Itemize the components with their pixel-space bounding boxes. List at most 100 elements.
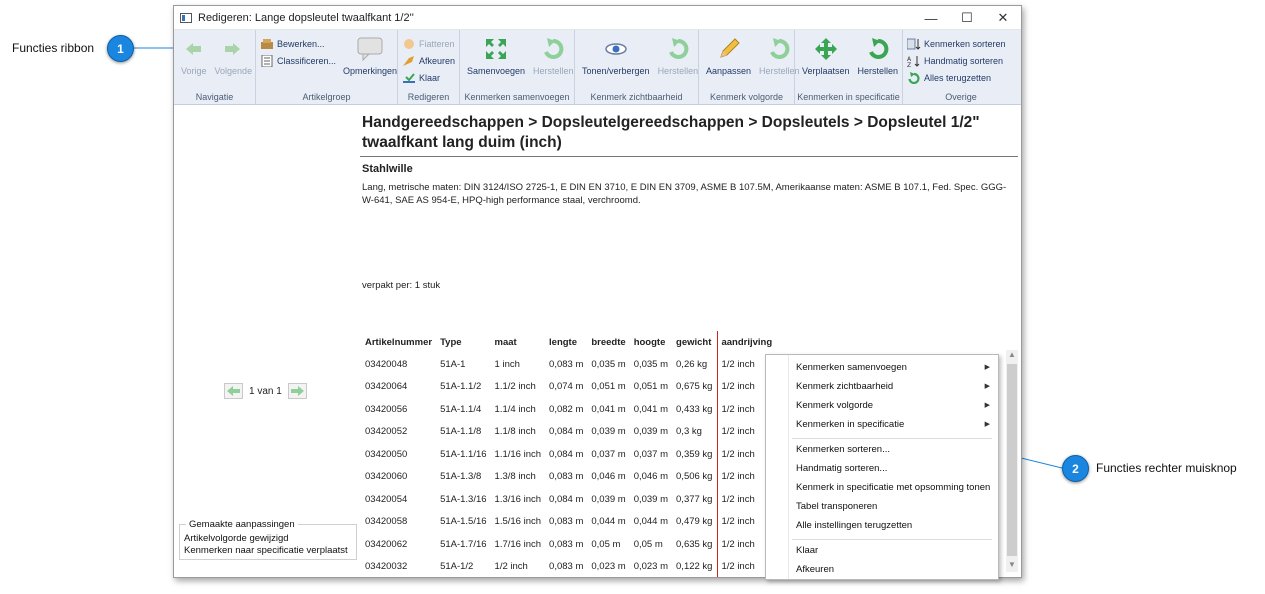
ribbon-group-specificatie: Verplaatsen Herstellen Kenmerken in spec… xyxy=(795,30,903,105)
klaar-label: Klaar xyxy=(419,72,441,83)
herstellen-label: Herstellen xyxy=(533,66,574,76)
zichtbaarheid-herstellen-button[interactable]: Herstellen xyxy=(655,33,702,78)
callout-2-label: Functies rechter muisknop xyxy=(1096,461,1237,475)
minimize-button[interactable]: — xyxy=(913,6,949,30)
table-cell: 0,051 m xyxy=(633,381,669,393)
ribbon-group-label: Kenmerken in specificatie xyxy=(797,92,900,102)
table-cell: 51A-1.1/2 xyxy=(440,381,482,393)
afkeuren-button[interactable]: Afkeuren xyxy=(402,52,455,69)
ribbon-group-overige: Kenmerken sorteren AZ Handmatig sorteren… xyxy=(903,30,1019,105)
arrow-left-icon xyxy=(185,35,202,63)
column-header[interactable]: lengte xyxy=(546,331,588,353)
table-cell: 1.1/4 inch xyxy=(494,403,536,415)
menu-item-kenmerken-in-specificatie[interactable]: Kenmerken in specificatie ▶ xyxy=(796,417,994,433)
menu-item-kenmerk-volgorde[interactable]: Kenmerk volgorde ▶ xyxy=(796,398,994,414)
pager-next-button[interactable] xyxy=(287,383,307,399)
menu-item-instellingen-terugzetten[interactable]: Alle instellingen terugzetten xyxy=(796,518,994,534)
column-header[interactable]: gewicht xyxy=(673,331,718,353)
table-cell: 0,083 m xyxy=(549,471,584,483)
menu-item-handmatig-sorteren[interactable]: Handmatig sorteren... xyxy=(796,461,994,477)
column-header[interactable]: Artikelnummer xyxy=(362,331,437,353)
tonen-verbergen-button[interactable]: Tonen/verbergen xyxy=(579,33,653,78)
samenvoegen-herstellen-button[interactable]: Herstellen xyxy=(530,33,577,78)
fiatteren-button[interactable]: Fiatteren xyxy=(402,35,455,52)
verplaatsen-button[interactable]: Verplaatsen xyxy=(799,33,853,78)
kenmerken-sorteren-button[interactable]: Kenmerken sorteren xyxy=(906,35,1015,52)
klaar-button[interactable]: Klaar xyxy=(402,69,455,86)
bewerken-button[interactable]: Bewerken... xyxy=(260,35,336,52)
table-cell: 0,041 m xyxy=(633,403,669,415)
table-row[interactable]: 03420048 51A-1 1 inch 0,083 m 0,035 m 0,035 m… xyxy=(362,353,778,376)
menu-item-label: Kenmerk volgorde xyxy=(796,400,874,411)
menu-item-tabel-transponeren[interactable]: Tabel transponeren xyxy=(796,499,994,515)
table-row[interactable]: 03420050 51A-1.1/16 1.1/16 inch 0,084 m 0,03… xyxy=(362,443,778,466)
table-row[interactable]: 03420052 51A-1.1/8 1.1/8 inch 0,084 m 0,039 … xyxy=(362,420,778,443)
table-cell: 0,051 m xyxy=(591,381,626,393)
column-header[interactable]: maat xyxy=(492,331,546,353)
alles-terugzetten-label: Alles terugzetten xyxy=(924,72,992,83)
table-cell: 0,039 m xyxy=(591,493,626,505)
table-cell: 0,05 m xyxy=(633,538,663,550)
menu-item-kenmerk-zichtbaarheid[interactable]: Kenmerk zichtbaarheid ▶ xyxy=(796,379,994,395)
classificeren-button[interactable]: Classificeren... xyxy=(260,52,336,69)
table-cell: 03420064 xyxy=(365,381,408,393)
close-button[interactable]: ✕ xyxy=(985,6,1021,30)
ribbon-group-label: Navigatie xyxy=(195,92,234,102)
column-header[interactable]: aandrijving xyxy=(717,331,778,353)
column-header[interactable]: breedte xyxy=(588,331,630,353)
table-row[interactable]: 03420058 51A-1.5/16 1.5/16 inch 0,083 m 0,04… xyxy=(362,510,778,533)
table-row[interactable]: 03420032 51A-1/2 1/2 inch 0,083 m 0,023 m 0,0… xyxy=(362,555,778,577)
samenvoegen-button[interactable]: Samenvoegen xyxy=(464,33,528,78)
sort-columns-icon xyxy=(906,38,921,50)
table-row[interactable]: 03420056 51A-1.1/4 1.1/4 inch 0,082 m 0,041 … xyxy=(362,398,778,421)
menu-item-klaar[interactable]: Klaar xyxy=(796,543,994,559)
alles-terugzetten-button[interactable]: Alles terugzetten xyxy=(907,69,1015,86)
undo-icon xyxy=(541,35,565,63)
callout-1-label: Functies ribbon xyxy=(12,41,95,55)
scroll-up-icon[interactable]: ▲ xyxy=(1006,350,1018,362)
table-cell: 0,122 kg xyxy=(676,561,713,573)
handmatig-sorteren-button[interactable]: AZ Handmatig sorteren xyxy=(907,52,1015,69)
menu-item-specificatie-opsomming[interactable]: Kenmerk in specificatie met opsomming to… xyxy=(796,480,994,496)
reject-icon xyxy=(402,55,416,67)
column-header[interactable]: hoogte xyxy=(631,331,673,353)
table-cell: 0,083 m xyxy=(549,358,584,370)
pager: 1 van 1 xyxy=(224,383,307,399)
article-breadcrumb: Handgereedschappen > Dopsleutelgereedsch… xyxy=(362,114,980,151)
opmerkingen-button[interactable]: Opmerkingen xyxy=(340,33,400,78)
article-description: Lang, metrische maten: DIN 3124/ISO 2725… xyxy=(362,182,1007,206)
menu-item-kenmerken-samenvoegen[interactable]: Kenmerken samenvoegen ▶ xyxy=(796,360,994,376)
aanpassen-button[interactable]: Aanpassen xyxy=(703,33,754,78)
brand-name: Stahlwille xyxy=(362,163,413,175)
table-row[interactable]: 03420054 51A-1.3/16 1.3/16 inch 0,084 m 0,03… xyxy=(362,488,778,511)
menu-item-afkeuren[interactable]: Afkeuren xyxy=(796,562,994,578)
undo-icon xyxy=(767,35,791,63)
table-cell: 0,037 m xyxy=(633,448,669,460)
table-row[interactable]: 03420064 51A-1.1/2 1.1/2 inch 0,074 m 0,051 … xyxy=(362,375,778,398)
volgende-button[interactable]: Volgende xyxy=(212,33,256,78)
table-cell: 51A-1.1/4 xyxy=(440,403,482,415)
opmerkingen-label: Opmerkingen xyxy=(343,66,398,76)
scroll-down-icon[interactable]: ▼ xyxy=(1006,560,1018,572)
menu-item-kenmerken-sorteren[interactable]: Kenmerken sorteren... xyxy=(796,442,994,458)
approve-icon xyxy=(402,38,416,50)
table-row[interactable]: 03420060 51A-1.3/8 1.3/8 inch 0,083 m 0,046 … xyxy=(362,465,778,488)
scroll-thumb[interactable] xyxy=(1007,364,1017,556)
vorige-button[interactable]: Vorige xyxy=(178,33,210,78)
vertical-scrollbar[interactable]: ▲ ▼ xyxy=(1006,350,1018,572)
title-bar[interactable]: Redigeren: Lange dopsleutel twaalfkant 1… xyxy=(174,6,1021,30)
maximize-button[interactable]: ☐ xyxy=(949,6,985,30)
specificatie-herstellen-button[interactable]: Herstellen xyxy=(855,33,902,78)
pager-prev-button[interactable] xyxy=(224,383,243,399)
verplaatsen-label: Verplaatsen xyxy=(802,66,850,76)
table-cell: 0,044 m xyxy=(591,516,626,528)
aanpassen-label: Aanpassen xyxy=(706,66,752,76)
table-cell: 03420060 xyxy=(365,471,408,483)
column-header[interactable]: Type xyxy=(437,331,491,353)
submenu-arrow-icon: ▶ xyxy=(984,421,990,428)
kenmerken-sorteren-label: Kenmerken sorteren xyxy=(924,38,1006,49)
table-cell: 0,05 m xyxy=(591,538,621,550)
move-icon xyxy=(814,35,838,63)
table-row[interactable]: 03420062 51A-1.7/16 1.7/16 inch 0,083 m 0,05… xyxy=(362,533,778,556)
table-cell: 51A-1.1/16 xyxy=(440,448,487,460)
